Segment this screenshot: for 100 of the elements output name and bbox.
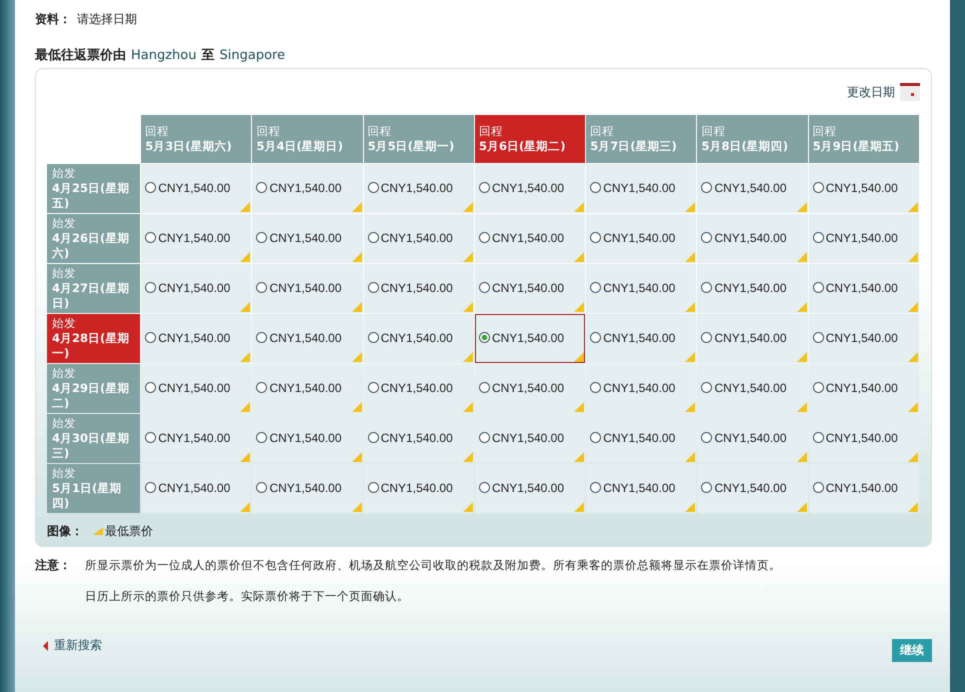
radio-button[interactable] xyxy=(256,282,268,294)
fare-cell[interactable]: CNY1,540.00 xyxy=(586,464,696,513)
radio-button[interactable] xyxy=(812,232,824,244)
calendar-icon[interactable] xyxy=(900,83,920,101)
fare-price: CNY1,540.00 xyxy=(492,430,564,445)
fare-cell[interactable]: CNY1,540.00 xyxy=(697,164,808,213)
fare-cell[interactable]: CNY1,540.00 xyxy=(586,214,696,263)
radio-button[interactable] xyxy=(701,382,712,394)
radio-button[interactable] xyxy=(145,182,156,194)
radio-button[interactable] xyxy=(590,332,602,344)
fare-cell[interactable]: CNY1,540.00 xyxy=(586,264,696,313)
radio-button[interactable] xyxy=(256,382,268,394)
radio-button[interactable] xyxy=(368,332,379,344)
radio-button[interactable] xyxy=(478,282,490,294)
fare-cell[interactable]: CNY1,540.00 xyxy=(252,464,363,513)
fare-cell[interactable]: CNY1,540.00 xyxy=(808,364,919,413)
radio-button[interactable] xyxy=(145,282,156,294)
radio-button[interactable] xyxy=(590,482,602,494)
radio-button[interactable] xyxy=(590,182,602,194)
radio-button[interactable] xyxy=(368,232,379,244)
radio-button[interactable] xyxy=(701,232,712,244)
radio-button[interactable] xyxy=(368,182,379,194)
radio-button[interactable] xyxy=(478,232,490,244)
fare-cell[interactable]: CNY1,540.00 xyxy=(141,364,252,413)
fare-cell[interactable]: CNY1,540.00 xyxy=(474,264,586,313)
radio-button[interactable] xyxy=(590,282,602,294)
radio-button[interactable] xyxy=(590,432,602,444)
radio-button[interactable] xyxy=(812,332,824,344)
radio-button[interactable] xyxy=(812,432,824,444)
fare-cell[interactable]: CNY1,540.00 xyxy=(252,214,363,263)
fare-cell[interactable]: CNY1,540.00 xyxy=(474,314,586,363)
fare-cell[interactable]: CNY1,540.00 xyxy=(808,314,919,363)
fare-cell[interactable]: CNY1,540.00 xyxy=(586,314,696,363)
fare-cell[interactable]: CNY1,540.00 xyxy=(697,214,808,263)
radio-button[interactable] xyxy=(256,232,268,244)
radio-button[interactable] xyxy=(145,432,156,444)
radio-button[interactable] xyxy=(256,332,268,344)
fare-cell[interactable]: CNY1,540.00 xyxy=(474,214,586,263)
radio-button[interactable] xyxy=(478,332,490,344)
info-label: 资料： xyxy=(35,10,71,28)
radio-button[interactable] xyxy=(590,382,602,394)
radio-button[interactable] xyxy=(701,182,712,194)
fare-cell[interactable]: CNY1,540.00 xyxy=(697,364,808,413)
fare-price: CNY1,540.00 xyxy=(492,330,564,345)
radio-button[interactable] xyxy=(812,482,824,494)
radio-button[interactable] xyxy=(256,182,268,194)
radio-button[interactable] xyxy=(478,432,490,444)
radio-button[interactable] xyxy=(478,482,490,494)
radio-button[interactable] xyxy=(812,382,824,394)
radio-button[interactable] xyxy=(701,282,712,294)
return-date-header[interactable]: 回程 5月6日(星期二) xyxy=(474,115,586,163)
fare-cell[interactable]: CNY1,540.00 xyxy=(364,164,474,213)
fare-cell[interactable]: CNY1,540.00 xyxy=(252,164,363,213)
fare-cell[interactable]: CNY1,540.00 xyxy=(808,464,919,513)
fare-cell[interactable]: CNY1,540.00 xyxy=(141,314,252,363)
radio-button[interactable] xyxy=(368,482,379,494)
radio-button[interactable] xyxy=(368,432,379,444)
fare-price: CNY1,540.00 xyxy=(826,430,898,445)
fare-cell[interactable]: CNY1,540.00 xyxy=(252,264,363,313)
fare-cell[interactable]: CNY1,540.00 xyxy=(141,264,252,313)
radio-button[interactable] xyxy=(701,432,712,444)
radio-button[interactable] xyxy=(145,232,156,244)
fare-cell[interactable]: CNY1,540.00 xyxy=(364,464,474,513)
fare-cell[interactable]: CNY1,540.00 xyxy=(808,214,919,263)
fare-cell[interactable]: CNY1,540.00 xyxy=(141,214,252,263)
fare-cell[interactable]: CNY1,540.00 xyxy=(252,314,363,363)
fare-cell[interactable]: CNY1,540.00 xyxy=(364,314,474,363)
fare-cell[interactable]: CNY1,540.00 xyxy=(697,464,808,513)
fare-cell[interactable]: CNY1,540.00 xyxy=(697,314,808,363)
fare-cell[interactable]: CNY1,540.00 xyxy=(586,164,696,213)
fare-cell[interactable]: CNY1,540.00 xyxy=(586,364,696,413)
fare-cell[interactable]: CNY1,540.00 xyxy=(474,164,586,213)
fare-cell[interactable]: CNY1,540.00 xyxy=(364,264,474,313)
radio-button[interactable] xyxy=(812,282,824,294)
radio-button[interactable] xyxy=(368,282,379,294)
fare-cell[interactable]: CNY1,540.00 xyxy=(808,164,919,213)
radio-button[interactable] xyxy=(256,482,268,494)
radio-button[interactable] xyxy=(145,332,156,344)
fare-cell[interactable]: CNY1,540.00 xyxy=(474,464,586,513)
fare-cell[interactable]: CNY1,540.00 xyxy=(141,164,252,213)
radio-button[interactable] xyxy=(812,182,824,194)
departure-date-header[interactable]: 始发 4月28日(星期一) xyxy=(47,314,140,363)
radio-button[interactable] xyxy=(256,432,268,444)
back-search-link[interactable]: 重新搜索 xyxy=(43,637,102,654)
fare-cell[interactable]: CNY1,540.00 xyxy=(364,364,474,413)
radio-button[interactable] xyxy=(478,182,490,194)
fare-cell[interactable]: CNY1,540.00 xyxy=(141,464,252,513)
fare-cell[interactable]: CNY1,540.00 xyxy=(808,264,919,313)
radio-button[interactable] xyxy=(590,232,602,244)
radio-button[interactable] xyxy=(368,382,379,394)
fare-cell[interactable]: CNY1,540.00 xyxy=(364,214,474,263)
fare-cell[interactable]: CNY1,540.00 xyxy=(252,364,363,413)
radio-button[interactable] xyxy=(145,482,156,494)
radio-button[interactable] xyxy=(701,332,712,344)
radio-button[interactable] xyxy=(701,482,712,494)
change-date-link[interactable]: 更改日期 xyxy=(847,84,895,100)
fare-cell[interactable]: CNY1,540.00 xyxy=(697,264,808,313)
radio-button[interactable] xyxy=(145,382,156,394)
fare-cell[interactable]: CNY1,540.00 xyxy=(474,364,586,413)
radio-button[interactable] xyxy=(478,382,490,394)
